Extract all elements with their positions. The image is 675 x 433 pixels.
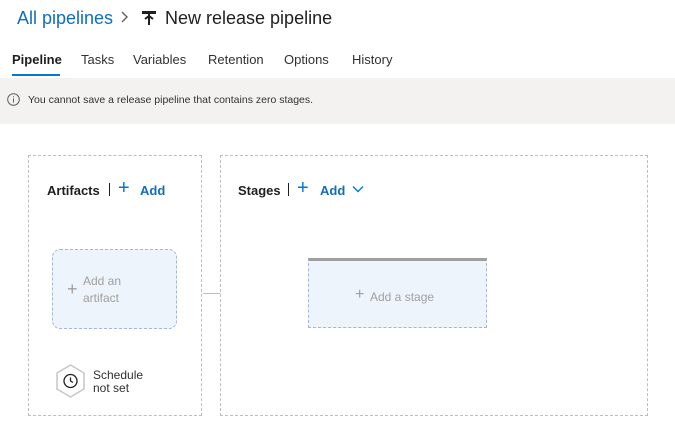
tab-variables[interactable]: Variables xyxy=(133,52,186,67)
stages-divider xyxy=(288,183,289,196)
plus-icon: + xyxy=(355,286,365,303)
add-stage-label: Add a stage xyxy=(370,290,435,304)
clock-icon[interactable] xyxy=(55,364,86,398)
tab-bar: Pipeline Tasks Variables Retention Optio… xyxy=(0,46,675,79)
info-icon xyxy=(7,93,20,106)
artifacts-title: Artifacts xyxy=(47,183,100,198)
header: All pipelines New release pipeline xyxy=(0,0,675,38)
info-bar: You cannot save a release pipeline that … xyxy=(0,78,675,124)
tab-pipeline[interactable]: Pipeline xyxy=(12,52,62,67)
chevron-right-icon xyxy=(121,11,128,23)
tab-history[interactable]: History xyxy=(352,52,392,67)
add-artifact-link[interactable]: Add xyxy=(140,183,165,198)
active-tab-indicator xyxy=(12,74,60,76)
tab-tasks[interactable]: Tasks xyxy=(81,52,114,67)
schedule-status[interactable]: Schedule not set xyxy=(93,369,143,395)
plus-icon[interactable]: + xyxy=(297,178,309,198)
plus-icon: + xyxy=(67,279,78,299)
tab-retention[interactable]: Retention xyxy=(208,52,264,67)
all-pipelines-link[interactable]: All pipelines xyxy=(17,8,113,29)
stages-title: Stages xyxy=(238,183,281,198)
add-artifact-label: Add an artifact xyxy=(83,274,122,305)
pipeline-icon xyxy=(142,11,156,25)
tab-options[interactable]: Options xyxy=(284,52,329,67)
info-message: You cannot save a release pipeline that … xyxy=(28,94,314,106)
artifacts-divider xyxy=(109,183,110,196)
page-title: New release pipeline xyxy=(165,8,333,28)
add-stage-card[interactable]: + Add a stage xyxy=(308,258,487,328)
connector-line xyxy=(203,293,220,294)
plus-icon[interactable]: + xyxy=(118,178,130,198)
chevron-down-icon[interactable] xyxy=(352,184,364,194)
add-artifact-card[interactable]: + Add an artifact xyxy=(52,249,177,329)
add-stage-link[interactable]: Add xyxy=(320,183,345,198)
